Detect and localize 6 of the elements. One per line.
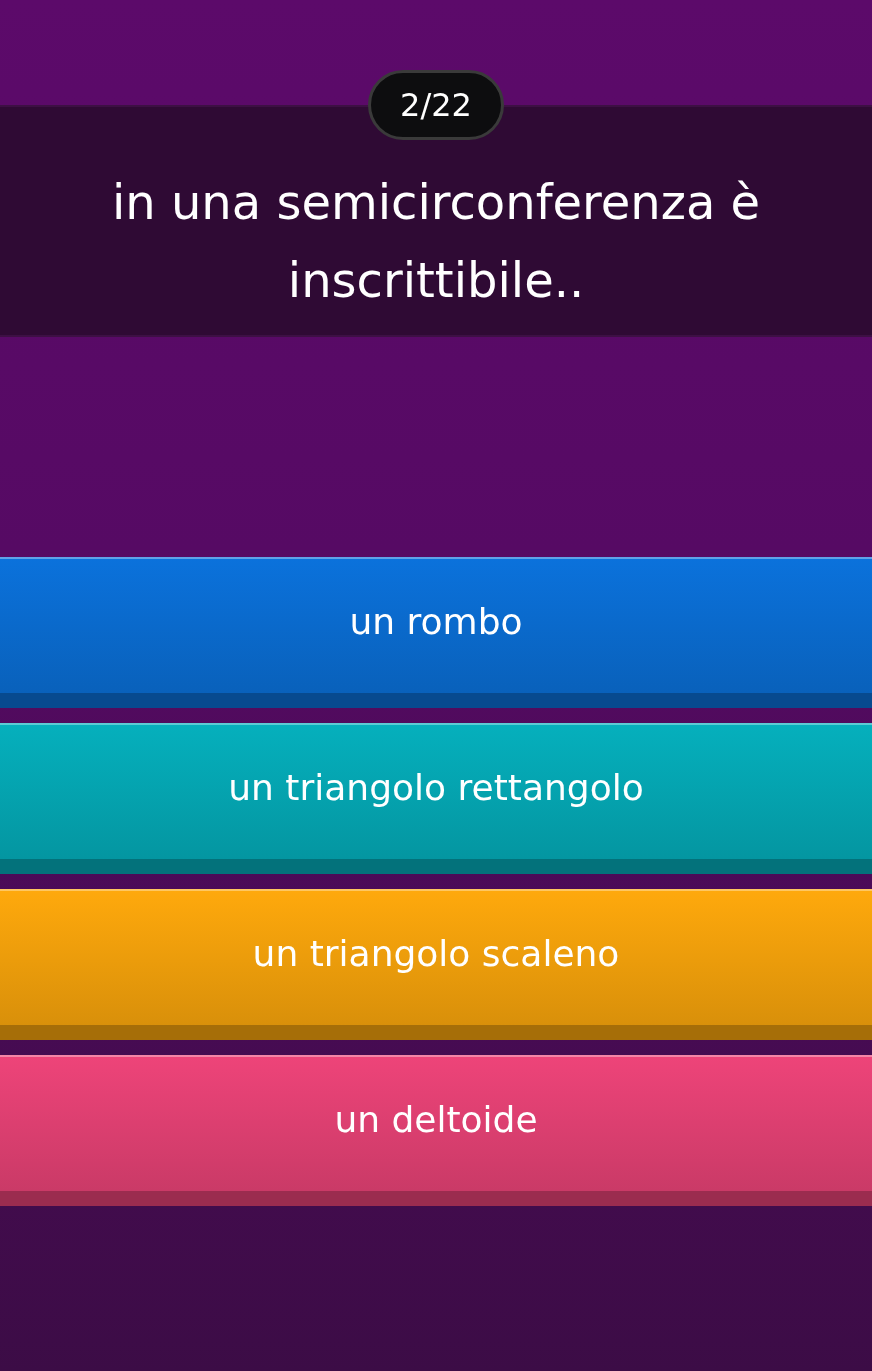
answer-button[interactable]: un deltoide — [0, 1055, 872, 1206]
answer-button[interactable]: un rombo — [0, 557, 872, 708]
question-text: in una semicirconferenza è inscrittibile.. — [110, 173, 762, 310]
answer-button[interactable]: un triangolo scaleno — [0, 889, 872, 1040]
question-counter: 2/22 — [368, 70, 504, 140]
answer-button[interactable]: un triangolo rettangolo — [0, 723, 872, 874]
